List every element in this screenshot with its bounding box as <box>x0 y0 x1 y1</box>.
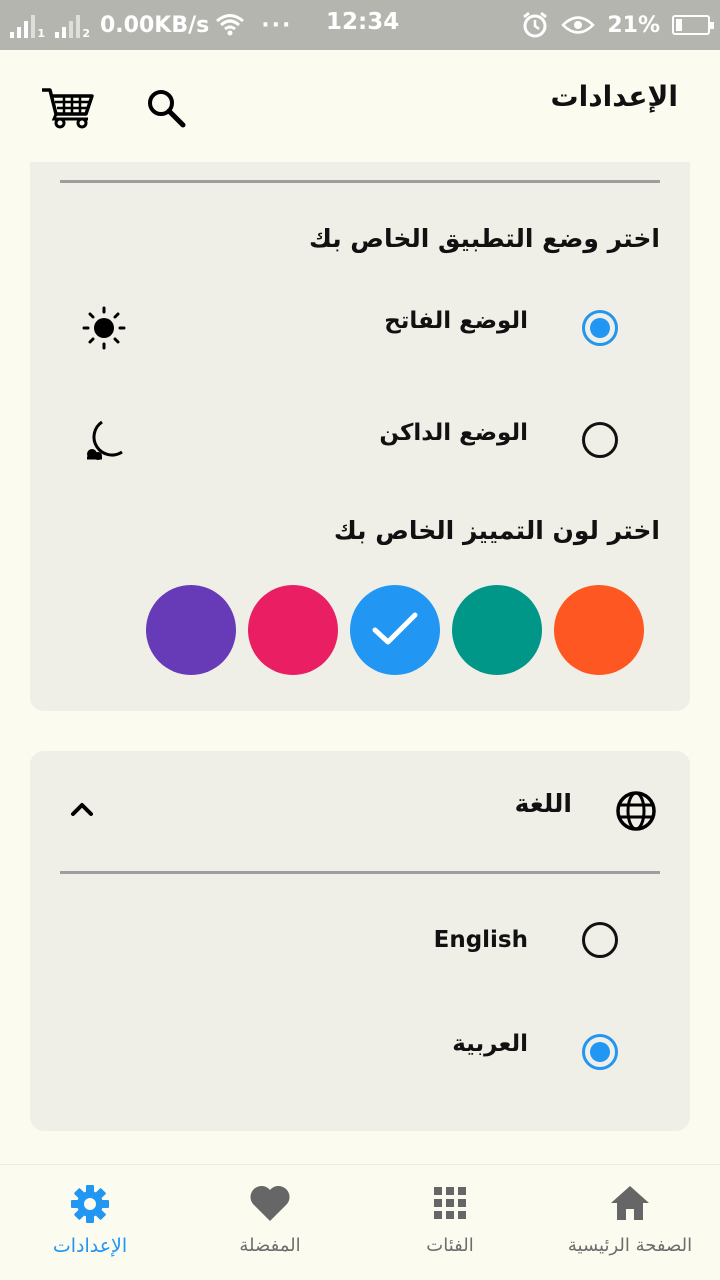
accent-swatch-blue[interactable] <box>350 585 440 675</box>
clock: 12:34 <box>326 9 400 35</box>
status-left: 1 2 0.00KB/s ··· <box>10 8 292 42</box>
network-speed: 0.00KB/s <box>100 12 210 38</box>
nav-favorites[interactable]: المفضلة <box>180 1165 360 1280</box>
nav-favorites-label: المفضلة <box>239 1235 301 1256</box>
home-icon <box>611 1186 649 1220</box>
arabic-radio[interactable] <box>582 1034 618 1070</box>
section-divider <box>60 871 660 874</box>
nav-home[interactable]: الصفحة الرئيسية <box>540 1165 720 1280</box>
sun-icon <box>82 306 126 350</box>
app-mode-title: اختر وضع التطبيق الخاص بك <box>308 224 660 253</box>
grid-icon <box>434 1187 466 1219</box>
section-divider <box>60 180 660 183</box>
chevron-up-icon[interactable] <box>66 797 98 821</box>
battery-percent: 21% <box>607 12 660 38</box>
nav-settings-label: الإعدادات <box>52 1235 128 1257</box>
dark-mode-label: الوضع الداكن <box>379 420 528 446</box>
globe-icon <box>616 791 656 831</box>
cart-icon <box>42 88 94 129</box>
cart-button[interactable] <box>40 82 96 134</box>
page-title: الإعدادات <box>550 80 678 113</box>
english-label: English <box>433 927 528 953</box>
bottom-navigation: الصفحة الرئيسية الفئات المفضلة الإعدادات <box>0 1164 720 1280</box>
app-bar: الإعدادات <box>0 50 720 162</box>
status-right: 21% <box>521 8 714 42</box>
nav-categories[interactable]: الفئات <box>360 1165 540 1280</box>
nav-settings[interactable]: الإعدادات <box>0 1165 180 1280</box>
signal-sim2-icon: 2 <box>55 12 90 40</box>
accent-swatch-orange[interactable] <box>554 585 644 675</box>
more-notifications: ··· <box>261 12 293 38</box>
nav-home-label: الصفحة الرئيسية <box>567 1235 693 1256</box>
search-icon <box>148 90 186 128</box>
battery-icon <box>672 15 714 35</box>
accent-swatch-pink[interactable] <box>248 585 338 675</box>
signal-sim1-icon: 1 <box>10 12 45 40</box>
dark-mode-radio[interactable] <box>582 422 618 458</box>
status-bar: 1 2 0.00KB/s ··· 12:34 21% <box>0 0 720 50</box>
language-title: اللغة <box>514 789 572 818</box>
english-radio[interactable] <box>582 922 618 958</box>
accent-color-title: اختر لون التمييز الخاص بك <box>333 516 660 545</box>
wifi-icon <box>216 14 245 36</box>
heart-icon <box>250 1185 290 1221</box>
accent-swatch-teal[interactable] <box>452 585 542 675</box>
arabic-label: العربية <box>452 1031 528 1057</box>
check-icon <box>372 612 418 645</box>
accent-swatch-purple[interactable] <box>146 585 236 675</box>
light-mode-label: الوضع الفاتح <box>384 308 528 334</box>
moon-icon <box>87 420 123 460</box>
alarm-icon <box>523 11 548 38</box>
eye-icon <box>561 16 596 34</box>
theme-settings-card: اختر وضع التطبيق الخاص بك الوضع الفاتح ا… <box>30 162 690 711</box>
nav-categories-label: الفئات <box>426 1235 474 1256</box>
search-button[interactable] <box>138 82 194 134</box>
gear-icon <box>71 1185 109 1223</box>
light-mode-radio[interactable] <box>582 310 618 346</box>
language-settings-card: اللغة English العربية <box>30 751 690 1131</box>
